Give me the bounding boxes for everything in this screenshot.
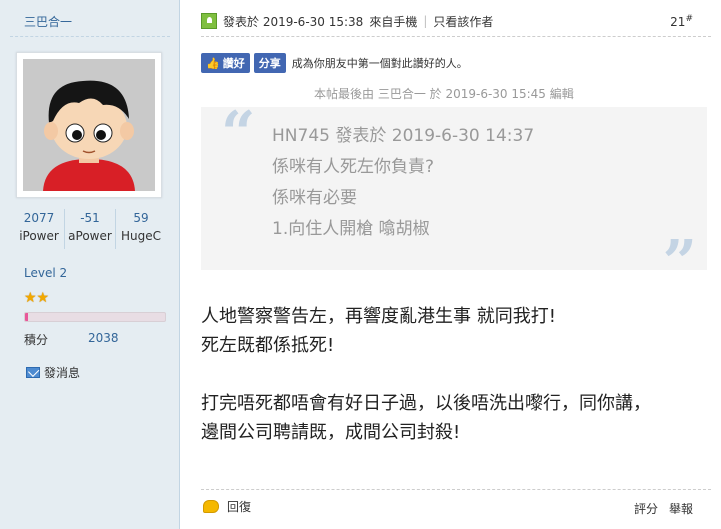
stat-ipower: 2077 iPower xyxy=(14,209,64,249)
rate-button[interactable]: 評分 xyxy=(634,500,658,517)
credits-label: 積分 xyxy=(24,333,49,347)
stat-hugec: 59 HugeC xyxy=(115,209,166,249)
post-floor-number[interactable]: 21# xyxy=(670,14,693,29)
quote-line: 係咪有人死左你負責? xyxy=(272,157,435,177)
online-status-icon xyxy=(201,13,217,29)
user-stats: 2077 iPower -51 aPower 59 HugeC xyxy=(14,209,166,249)
send-message-label: 發消息 xyxy=(44,366,81,380)
reply-icon xyxy=(203,500,219,513)
post-line: 死左既都係抵死! xyxy=(201,335,335,356)
footer-divider xyxy=(201,489,711,490)
stat-label: HugeC xyxy=(120,229,161,243)
avatar[interactable] xyxy=(16,52,162,198)
post-line-gap xyxy=(201,360,691,389)
post-body: 人地警察警告左，再響度亂港生事 就同我打! 死左既都係抵死! 打完唔死都唔會有好… xyxy=(201,302,691,447)
fb-like-button[interactable]: 👍 讚好 xyxy=(201,53,250,73)
meta-separator: | xyxy=(423,14,428,28)
fb-share-button[interactable]: 分享 xyxy=(253,53,286,73)
facebook-bar: 👍 讚好 分享 成為你朋友中第一個對此讚好的人。 xyxy=(201,53,468,73)
post-meta: 發表於 2019-6-30 15:38 來自手機 | 只看該作者 xyxy=(201,10,711,32)
level-progress-fill xyxy=(25,313,28,321)
author-only-link[interactable]: 只看該作者 xyxy=(433,13,493,30)
stat-value[interactable]: 2077 xyxy=(14,209,64,227)
send-message-link[interactable]: 發消息 xyxy=(26,364,80,381)
reply-button[interactable]: 回復 xyxy=(203,498,251,515)
post-actions: 評分 舉報 xyxy=(634,500,693,517)
report-button[interactable]: 舉報 xyxy=(669,500,693,517)
thumbs-up-icon: 👍 xyxy=(206,56,220,70)
quote-close-icon: ” xyxy=(662,228,697,298)
stat-value[interactable]: 59 xyxy=(116,209,166,227)
author-sidebar: 三巴合一 2077 iPower -51 aPower 59 HugeC Lev… xyxy=(0,0,180,529)
credits-value: 2038 xyxy=(88,331,119,345)
cartoon-avatar-icon xyxy=(23,59,155,191)
post-source: 來自手機 xyxy=(369,14,418,29)
level-stars-icon: ★★ xyxy=(24,290,50,306)
fb-like-text: 成為你朋友中第一個對此讚好的人。 xyxy=(291,57,468,70)
quote-text: HN745 發表於 2019-6-30 14:37 係咪有人死左你負責? 係咪有… xyxy=(272,121,534,245)
quote-block: “ HN745 發表於 2019-6-30 14:37 係咪有人死左你負責? 係… xyxy=(201,99,707,298)
author-username[interactable]: 三巴合一 xyxy=(24,13,72,30)
post-line: 打完唔死都唔會有好日子過，以後唔洗出嚟行，同你講， xyxy=(201,393,651,414)
stat-apower: -51 aPower xyxy=(64,209,115,249)
level-progress-bar xyxy=(24,312,166,322)
quote-open-icon: “ xyxy=(221,99,256,169)
fb-like-label: 讚好 xyxy=(222,57,245,70)
stat-label: aPower xyxy=(68,229,112,243)
reply-label: 回復 xyxy=(227,500,252,514)
quote-line: 係咪有必要 xyxy=(272,188,357,208)
header-divider xyxy=(201,36,711,37)
post-date: 發表於 2019-6-30 15:38 xyxy=(223,14,364,29)
floor-number: 21 xyxy=(670,15,686,29)
envelope-icon xyxy=(26,367,40,378)
post-content: 發表於 2019-6-30 15:38 來自手機 | 只看該作者 21# 👍 讚… xyxy=(181,0,721,529)
quote-line: 1.向住人開槍 噏胡椒 xyxy=(272,219,430,239)
post-line: 邊間公司聘請既，成間公司封殺! xyxy=(201,422,461,443)
sidebar-divider xyxy=(10,36,170,37)
post-line: 人地警察警告左，再響度亂港生事 就同我打! xyxy=(201,306,556,327)
avatar-image xyxy=(23,59,155,191)
fb-share-label: 分享 xyxy=(258,57,281,70)
stat-label: iPower xyxy=(19,229,59,243)
floor-symbol: # xyxy=(685,14,693,24)
edit-note: 本帖最後由 三巴合一 於 2019-6-30 15:45 編輯 xyxy=(314,87,574,101)
quote-header: HN745 發表於 2019-6-30 14:37 xyxy=(272,126,535,146)
stat-value[interactable]: -51 xyxy=(65,209,115,227)
user-level[interactable]: Level 2 xyxy=(24,266,67,280)
